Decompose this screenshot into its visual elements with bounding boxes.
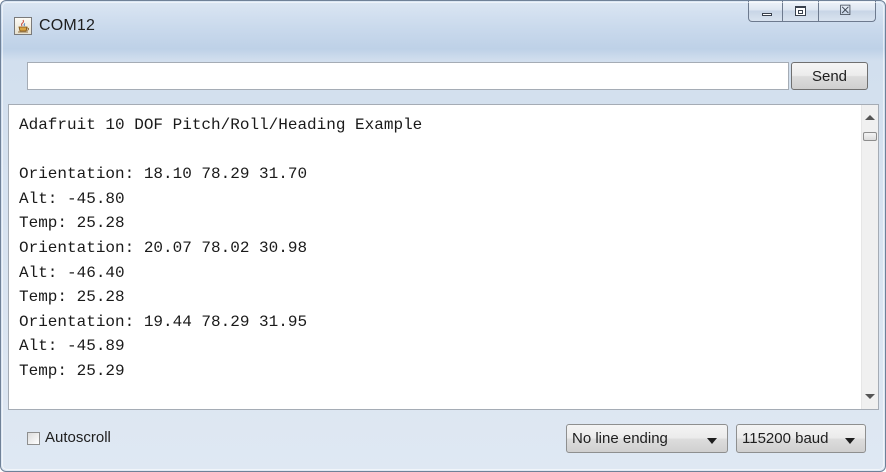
serial-output-area[interactable]: Adafruit 10 DOF Pitch/Roll/Heading Examp… — [8, 104, 879, 410]
console-line: Adafruit 10 DOF Pitch/Roll/Heading Examp… — [19, 116, 423, 134]
minimize-icon — [762, 13, 772, 16]
autoscroll-checkbox[interactable] — [27, 432, 40, 445]
console-line: Temp: 25.28 — [19, 214, 125, 233]
console-lines: Adafruit 10 DOF Pitch/Roll/Heading Examp… — [19, 113, 422, 384]
line-ending-select[interactable]: No line ending — [566, 424, 728, 453]
scroll-down-arrow-icon[interactable] — [865, 394, 875, 399]
serial-input-field[interactable] — [27, 62, 789, 90]
serial-monitor-window: COM12 ☒ Send Adafruit 10 DOF Pitch/Roll/… — [0, 0, 886, 472]
chevron-down-icon — [845, 438, 855, 444]
console-line: Temp: 25.28 — [19, 288, 125, 307]
console-line: Alt: -45.80 — [19, 189, 125, 208]
console-line: Alt: -46.40 — [19, 263, 125, 282]
console-line: Alt: -45.89 — [19, 337, 125, 356]
maximize-icon — [795, 6, 806, 16]
chevron-down-icon — [707, 438, 717, 444]
line-ending-value: No line ending — [572, 430, 668, 447]
title-bar[interactable]: COM12 ☒ — [1, 1, 885, 45]
autoscroll-label[interactable]: Autoscroll — [45, 429, 111, 446]
send-button[interactable]: Send — [791, 62, 868, 90]
console-line: Orientation: 18.10 78.29 31.70 — [19, 165, 308, 184]
scroll-up-arrow-icon[interactable] — [865, 115, 875, 120]
scroll-thumb[interactable] — [863, 132, 877, 141]
console-line: Orientation: 20.07 78.02 30.98 — [19, 238, 308, 257]
caption-buttons: ☒ — [748, 1, 876, 23]
console-line: Temp: 25.29 — [19, 361, 125, 380]
send-row: Send — [9, 58, 877, 94]
maximize-button[interactable] — [783, 1, 819, 22]
baud-rate-value: 115200 baud — [742, 430, 829, 447]
baud-rate-select[interactable]: 115200 baud — [736, 424, 866, 453]
java-cup-icon — [14, 17, 32, 35]
close-button[interactable]: ☒ — [819, 1, 876, 22]
vertical-scrollbar[interactable] — [861, 105, 878, 409]
console-line: Orientation: 19.44 78.29 31.95 — [19, 312, 308, 331]
bottom-bar: Autoscroll No line ending 115200 baud — [1, 413, 885, 463]
minimize-button[interactable] — [748, 1, 783, 22]
window-title: COM12 — [39, 17, 96, 34]
close-icon: ☒ — [839, 3, 852, 19]
